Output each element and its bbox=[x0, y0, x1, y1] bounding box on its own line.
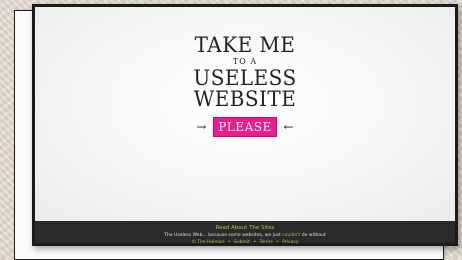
separator: • bbox=[253, 240, 257, 245]
tagline-highlight: couldn't bbox=[282, 233, 301, 238]
about-sites-link[interactable]: Read About The Sites bbox=[35, 225, 455, 231]
footer-links: © Tim Holman • Submit • Terms • Privacy bbox=[35, 240, 455, 245]
logo-line-to-a: TO A bbox=[232, 57, 258, 66]
tagline-suffix: do without bbox=[301, 233, 326, 238]
please-button[interactable]: PLEASE bbox=[213, 117, 277, 137]
tagline-prefix: The Useless Web... because some websites… bbox=[164, 233, 281, 238]
privacy-link[interactable]: Privacy bbox=[282, 240, 298, 245]
logo-line-useless: USELESS bbox=[193, 66, 297, 90]
arrow-right-icon: → bbox=[196, 120, 207, 134]
browser-window: TAKE ME TO A USELESS WEBSITE → PLEASE ← … bbox=[32, 4, 458, 246]
separator: • bbox=[276, 240, 279, 245]
copyright-link[interactable]: © Tim Holman bbox=[191, 240, 224, 245]
separator: • bbox=[227, 240, 231, 245]
site-footer: Read About The Sites The Useless Web... … bbox=[35, 221, 455, 245]
terms-link[interactable]: Terms bbox=[259, 240, 272, 245]
logo-line-take-me: TAKE ME bbox=[194, 33, 296, 57]
site-logo: TAKE ME TO A USELESS WEBSITE bbox=[35, 35, 455, 110]
footer-tagline: The Useless Web... because some websites… bbox=[35, 233, 455, 238]
cta-row: → PLEASE ← bbox=[35, 117, 455, 137]
submit-link[interactable]: Submit bbox=[234, 240, 250, 245]
page-content: TAKE ME TO A USELESS WEBSITE → PLEASE ← bbox=[35, 7, 455, 221]
arrow-left-icon: ← bbox=[283, 120, 294, 134]
logo-line-website: WEBSITE bbox=[193, 87, 297, 111]
